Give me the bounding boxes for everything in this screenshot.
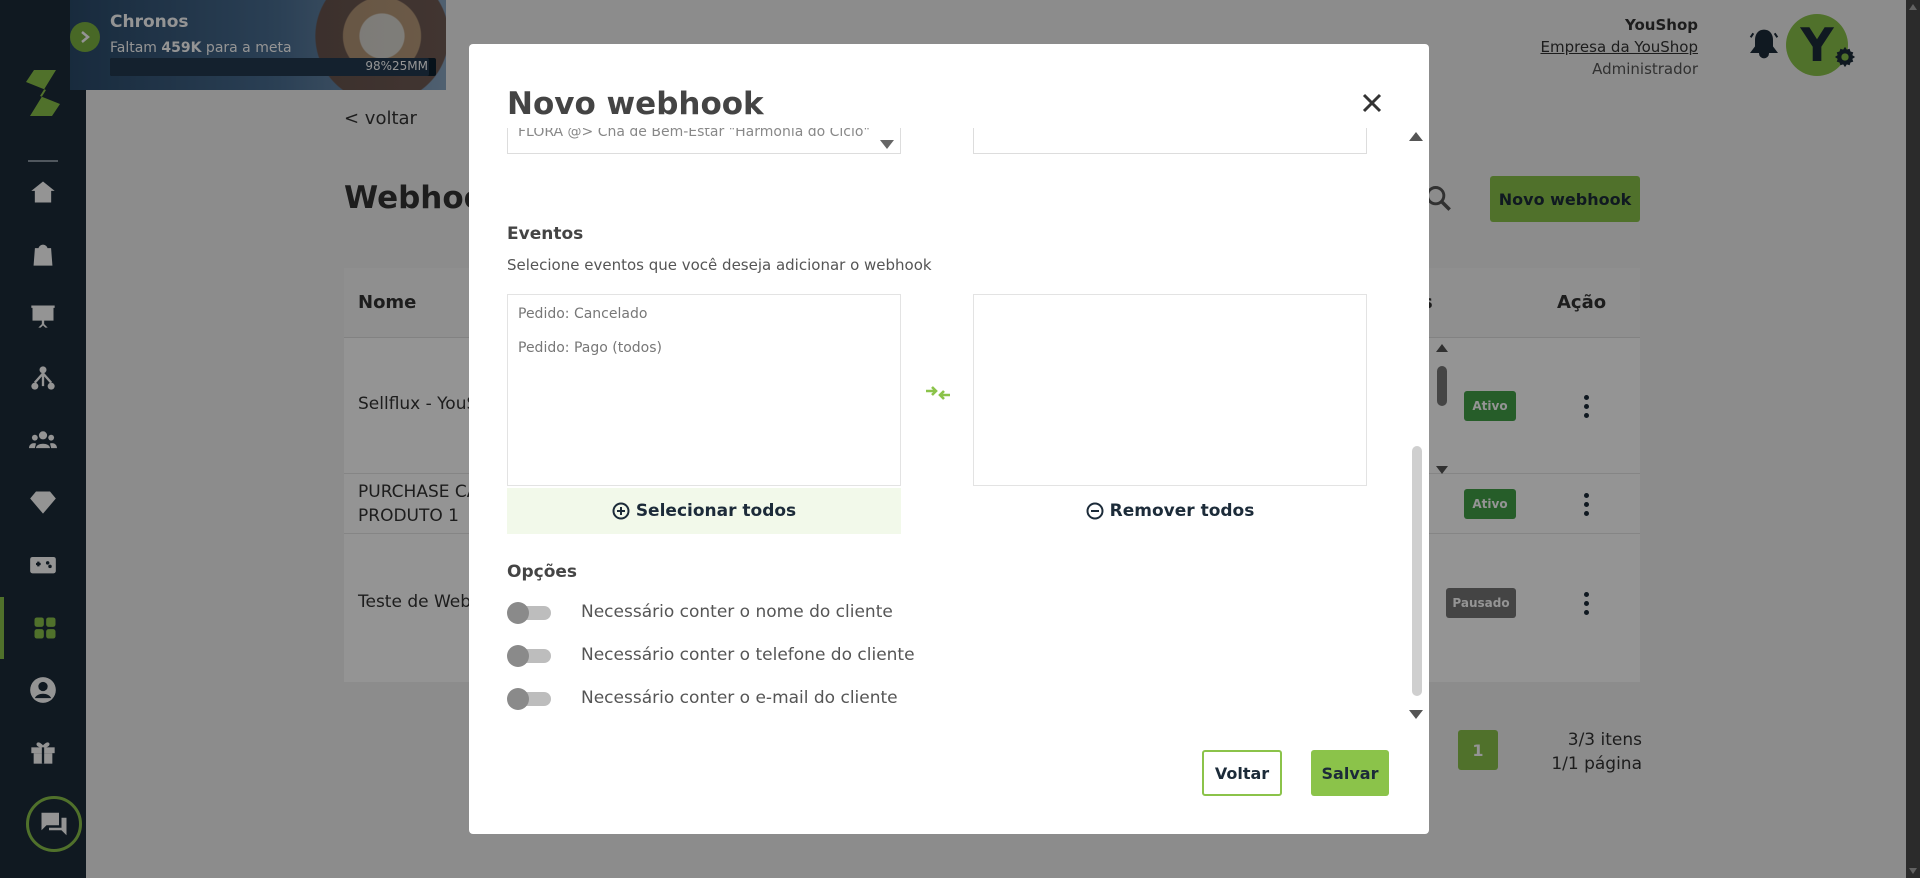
- option-require-email[interactable]: Necessário conter o e-mail do cliente: [507, 684, 898, 712]
- option-require-name[interactable]: Necessário conter o nome do cliente: [507, 598, 893, 626]
- modal-scroll-down[interactable]: [1409, 710, 1423, 719]
- chevron-down-icon: [880, 140, 894, 149]
- toggle-switch[interactable]: [507, 645, 551, 667]
- selected-events-list[interactable]: [973, 294, 1367, 486]
- events-label: Eventos: [507, 224, 584, 244]
- options-label: Opções: [507, 562, 578, 582]
- available-events-list[interactable]: Pedido: Cancelado Pedido: Pago (todos): [507, 294, 901, 486]
- select-all-label: Selecionar todos: [635, 501, 797, 521]
- modal-scroll-up[interactable]: [1409, 132, 1423, 141]
- remove-all-button[interactable]: Remover todos: [973, 488, 1367, 534]
- arrows-transfer-svg: [926, 386, 950, 400]
- toggle-switch[interactable]: [507, 688, 551, 710]
- events-subtitle: Selecione eventos que você deseja adicio…: [507, 256, 932, 274]
- secondary-field[interactable]: [973, 128, 1367, 154]
- modal-title: Novo webhook: [507, 86, 764, 122]
- modal-body: FLORA @> Chá de Bem-Estar "Harmonia do C…: [507, 128, 1397, 720]
- select-all-button[interactable]: Selecionar todos: [507, 488, 901, 534]
- remove-all-label: Remover todos: [1109, 501, 1255, 521]
- product-select-value: FLORA @> Chá de Bem-Estar "Harmonia do C…: [518, 128, 870, 140]
- close-icon: [1362, 93, 1382, 113]
- back-button[interactable]: Voltar: [1202, 750, 1282, 796]
- toggle-switch[interactable]: [507, 602, 551, 624]
- option-label: Necessário conter o nome do cliente: [581, 602, 893, 622]
- minus-circle-icon: [1086, 502, 1104, 520]
- option-label: Necessário conter o telefone do cliente: [581, 645, 915, 665]
- plus-circle-icon: [612, 502, 630, 520]
- save-button[interactable]: Salvar: [1311, 750, 1389, 796]
- list-item[interactable]: Pedido: Cancelado: [508, 297, 900, 331]
- option-label: Necessário conter o e-mail do cliente: [581, 688, 898, 708]
- product-select[interactable]: FLORA @> Chá de Bem-Estar "Harmonia do C…: [507, 128, 901, 154]
- list-item[interactable]: Pedido: Pago (todos): [508, 331, 900, 365]
- new-webhook-modal: Novo webhook FLORA @> Chá de Bem-Estar "…: [469, 44, 1429, 834]
- transfer-icon[interactable]: [923, 378, 953, 408]
- option-require-phone[interactable]: Necessário conter o telefone do cliente: [507, 641, 915, 669]
- modal-scroll-thumb[interactable]: [1412, 446, 1422, 696]
- close-button[interactable]: [1357, 88, 1387, 118]
